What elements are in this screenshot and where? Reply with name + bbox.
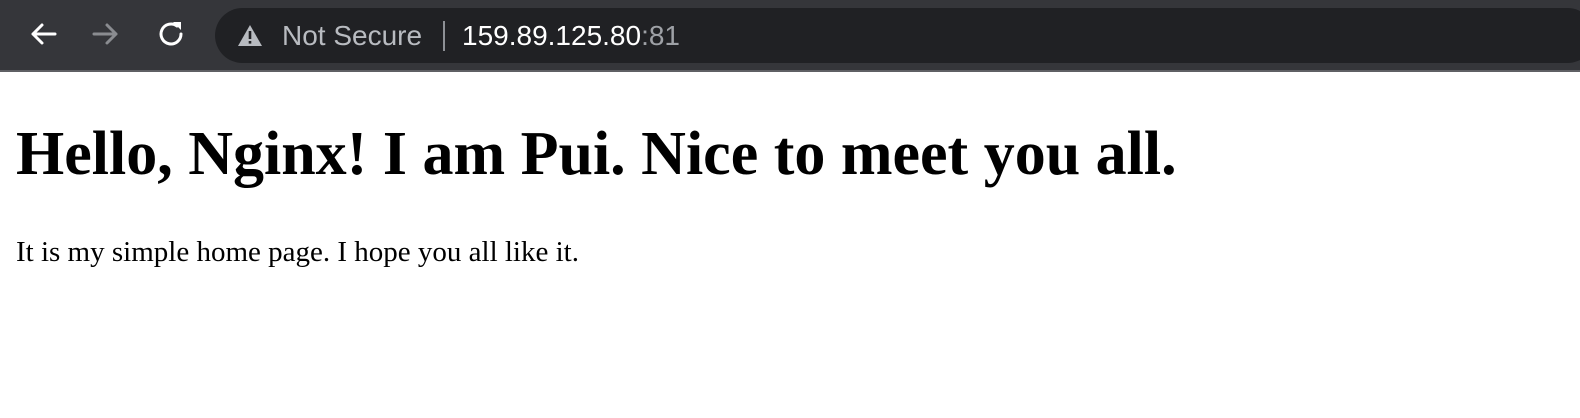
back-arrow-icon — [31, 23, 57, 45]
web-page-content: Hello, Nginx! I am Pui. Nice to meet you… — [0, 72, 1580, 418]
forward-button[interactable] — [86, 14, 126, 54]
address-divider — [443, 21, 445, 51]
url-port: :81 — [641, 20, 680, 51]
back-button[interactable] — [23, 14, 63, 54]
url-text[interactable]: 159.89.125.80:81 — [462, 20, 680, 52]
reload-button[interactable] — [151, 14, 191, 54]
browser-toolbar: Not Secure 159.89.125.80:81 — [0, 0, 1580, 72]
forward-arrow-icon — [92, 23, 118, 45]
reload-icon — [159, 22, 183, 46]
warning-icon[interactable] — [237, 23, 263, 49]
address-bar[interactable]: Not Secure 159.89.125.80:81 — [215, 8, 1580, 63]
page-heading: Hello, Nginx! I am Pui. Nice to meet you… — [16, 120, 1177, 188]
url-host: 159.89.125.80 — [462, 20, 642, 51]
page-paragraph: It is my simple home page. I hope you al… — [16, 236, 579, 268]
security-status-label[interactable]: Not Secure — [282, 20, 422, 52]
